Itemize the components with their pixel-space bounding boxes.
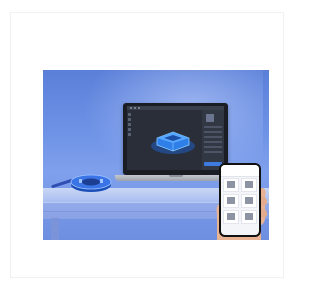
model-card: [241, 178, 257, 192]
model-card: [241, 210, 257, 224]
panel-thumbnail: [206, 114, 214, 122]
tool-icon: [128, 118, 131, 121]
tool-icon: [128, 123, 131, 126]
model-thumbnail: [245, 197, 253, 204]
toolbar-dot: [130, 107, 132, 109]
panel-row: [204, 131, 222, 133]
panel-row: [204, 146, 222, 148]
printed-part: [70, 174, 112, 192]
model-card: [241, 194, 257, 208]
toolbar-dot: [138, 107, 140, 109]
app-header: [221, 170, 259, 177]
panel-row: [204, 126, 222, 128]
laptop: [123, 103, 228, 175]
model-thumbnail: [245, 181, 253, 188]
toolbar-dot: [134, 107, 136, 109]
model-thumbnail: [227, 181, 235, 188]
slicer-settings-panel: [202, 110, 224, 170]
3d-model-icon: [151, 131, 195, 154]
laptop-screen: [127, 106, 224, 170]
tool-icon: [128, 128, 131, 131]
smartphone: [219, 163, 261, 237]
panel-row: [204, 151, 222, 153]
model-thumbnail: [227, 213, 235, 220]
model-thumbnail: [227, 197, 235, 204]
tool-icon: [128, 113, 131, 116]
product-photo: [43, 70, 269, 240]
model-thumbnail: [245, 213, 253, 220]
model-card: [223, 178, 239, 192]
panel-row: [204, 136, 222, 138]
model-card: [223, 194, 239, 208]
tool-icon: [128, 133, 131, 136]
panel-row: [204, 141, 222, 143]
page-frame: [0, 0, 294, 290]
desk-leg-left: [51, 218, 59, 240]
laptop-notch: [169, 175, 183, 177]
model-card: [223, 210, 239, 224]
phone-screen: [221, 165, 259, 235]
slicer-tool-column: [128, 113, 131, 143]
